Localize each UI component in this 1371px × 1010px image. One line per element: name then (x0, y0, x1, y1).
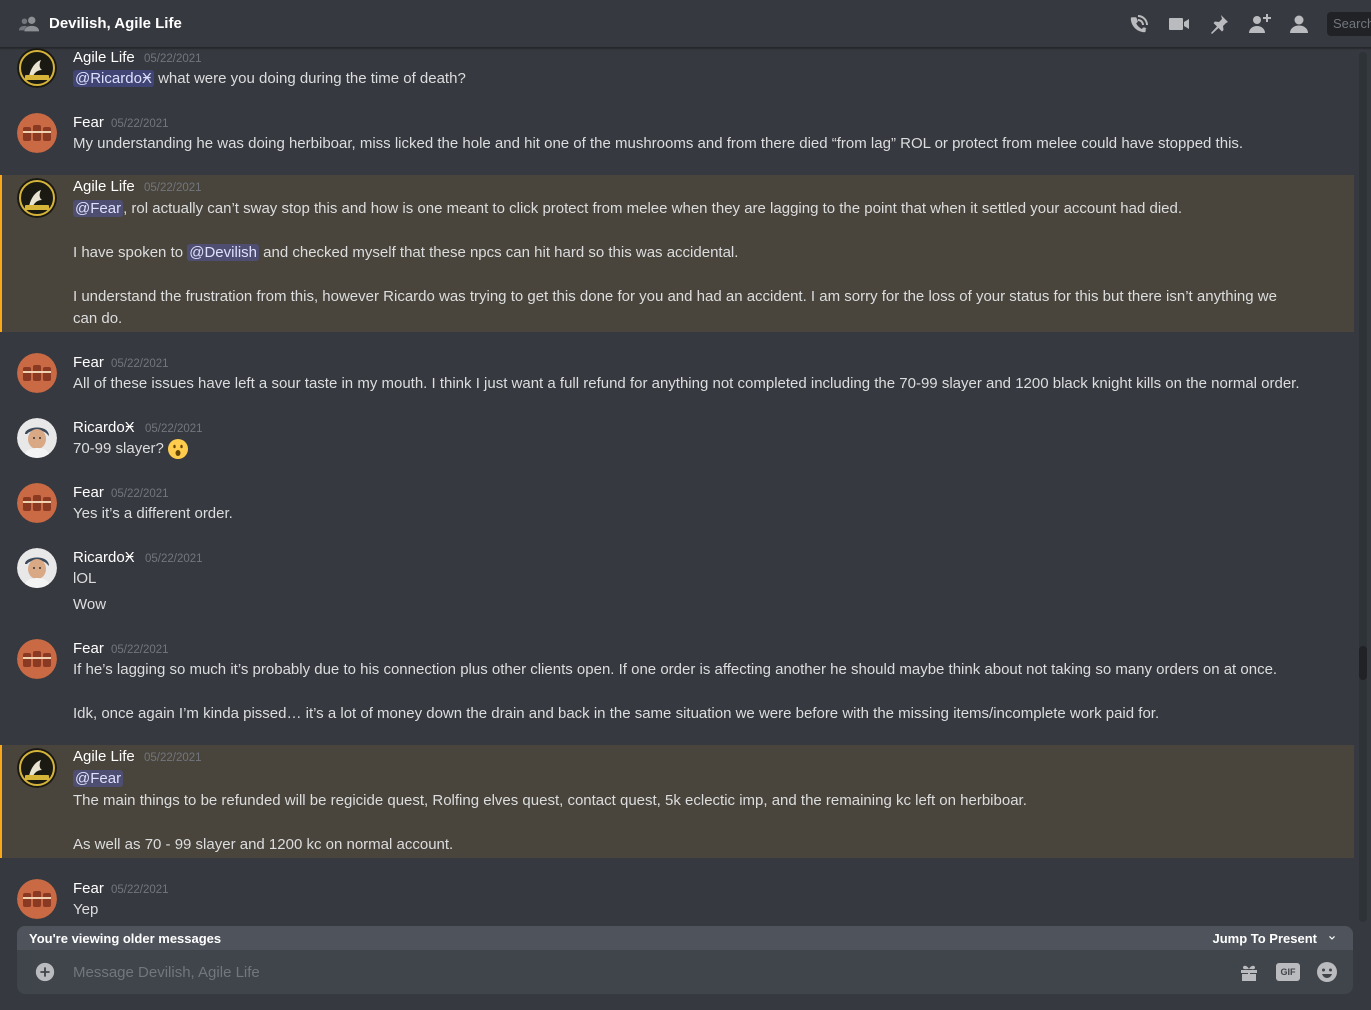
timestamp: 05/22/2021 (111, 488, 169, 500)
message-text: Wow (73, 596, 107, 613)
message: Agile Life 05/22/2021 @RicardoӾ what wer… (0, 48, 1354, 110)
message: RicardoӾ 05/22/2021 70-99 slayer? (0, 418, 1354, 480)
author-name[interactable]: Agile Life (73, 748, 135, 765)
message-text: As well as 70 - 99 slayer and 1200 kc on… (73, 836, 454, 853)
emoji-picker-icon[interactable] (1314, 959, 1340, 985)
message-text: I have spoken to @Devilish and checked m… (73, 244, 739, 261)
message-mention-highlight: Agile Life 05/22/2021 @Fear The main thi… (0, 745, 1354, 858)
author-name[interactable]: Agile Life (73, 178, 135, 195)
message: Fear 05/22/2021 Yes it’s a different ord… (0, 483, 1354, 545)
gif-button[interactable]: GIF (1275, 959, 1301, 985)
group-dm-icon (18, 16, 40, 31)
gift-icon[interactable] (1236, 959, 1262, 985)
user-mention[interactable]: @Devilish (187, 244, 259, 261)
avatar-ricardo[interactable] (17, 418, 57, 458)
avatar-agile-life[interactable] (17, 48, 57, 88)
older-messages-text: You're viewing older messages (29, 930, 222, 946)
message-text: lOL (73, 570, 97, 587)
message-text: Idk, once again I’m kinda pissed… it’s a… (73, 705, 1160, 722)
pin-icon[interactable] (1207, 12, 1231, 36)
message-text: My understanding he was doing herbiboar,… (73, 135, 1244, 152)
message-text: @Fear, rol actually can’t sway stop this… (73, 200, 1182, 217)
message: Fear 05/22/2021 My understanding he was … (0, 113, 1354, 175)
author-name[interactable]: RicardoӾ (73, 549, 135, 566)
user-mention[interactable]: @Fear (73, 770, 124, 787)
user-mention[interactable]: @Fear (73, 200, 124, 217)
user-mention[interactable]: @RicardoӾ (73, 70, 154, 87)
message-text: Yes it’s a different order. (73, 505, 233, 522)
author-name[interactable]: Fear (73, 880, 104, 897)
channel-header: Devilish, Agile Life Search (0, 0, 1371, 48)
avatar-fear[interactable] (17, 483, 57, 523)
member-list-icon[interactable] (1287, 12, 1311, 36)
avatar-fear[interactable] (17, 353, 57, 393)
timestamp: 05/22/2021 (145, 423, 203, 435)
message-text: If he’s lagging so much it’s probably du… (73, 661, 1278, 678)
avatar-fear[interactable] (17, 113, 57, 153)
jump-to-present-button[interactable]: Jump To Present (1212, 931, 1339, 946)
message: Fear 05/22/2021 If he’s lagging so much … (0, 639, 1354, 745)
timestamp: 05/22/2021 (111, 644, 169, 656)
timestamp: 05/22/2021 (111, 884, 169, 896)
avatar-fear[interactable] (17, 639, 57, 679)
search-input[interactable]: Search (1327, 12, 1371, 36)
add-friend-icon[interactable] (1247, 12, 1271, 36)
jump-label: Jump To Present (1212, 930, 1317, 946)
message: Fear 05/22/2021 Yep (0, 879, 1354, 928)
author-name[interactable]: RicardoӾ (73, 419, 135, 436)
avatar-fear[interactable] (17, 879, 57, 919)
message-text: All of these issues have left a sour tas… (73, 375, 1300, 392)
author-name[interactable]: Fear (73, 484, 104, 501)
message-text: @RicardoӾ what were you doing during the… (73, 70, 466, 87)
author-name[interactable]: Fear (73, 354, 104, 371)
message-text: @Fear (73, 768, 124, 790)
scrollbar-thumb[interactable] (1359, 646, 1367, 680)
timestamp: 05/22/2021 (144, 53, 202, 65)
timestamp: 05/22/2021 (145, 553, 203, 565)
author-name[interactable]: Fear (73, 114, 104, 131)
timestamp: 05/22/2021 (144, 182, 202, 194)
avatar-agile-life[interactable] (17, 748, 57, 788)
gif-icon: GIF (1276, 963, 1300, 981)
timestamp: 05/22/2021 (111, 358, 169, 370)
scrollbar-track[interactable] (1359, 52, 1367, 922)
avatar-ricardo[interactable] (17, 548, 57, 588)
chevron-down-icon (1329, 936, 1335, 940)
author-name[interactable]: Fear (73, 640, 104, 657)
message-input[interactable] (73, 963, 1236, 981)
message-mention-highlight: Agile Life 05/22/2021 @Fear, rol actuall… (0, 175, 1354, 332)
message-text: The main things to be refunded will be r… (73, 792, 1027, 809)
message: Fear 05/22/2021 All of these issues have… (0, 353, 1354, 415)
message-text: 70-99 slayer? (73, 438, 189, 460)
upload-plus-icon[interactable] (33, 960, 57, 984)
channel-title: Devilish, Agile Life (49, 15, 182, 32)
hushed-face-emoji (167, 439, 188, 460)
message-text: Yep (73, 901, 99, 918)
timestamp: 05/22/2021 (144, 752, 202, 764)
author-name[interactable]: Agile Life (73, 49, 135, 66)
message-list: Agile Life 05/22/2021 @RicardoӾ what wer… (0, 48, 1354, 928)
video-call-icon[interactable] (1167, 12, 1191, 36)
phone-call-icon[interactable] (1127, 12, 1151, 36)
message: RicardoӾ 05/22/2021 lOL Wow (0, 548, 1354, 632)
older-messages-banner: You're viewing older messages Jump To Pr… (17, 926, 1353, 950)
timestamp: 05/22/2021 (111, 118, 169, 130)
message-composer: GIF (17, 950, 1353, 994)
message-text: I understand the frustration from this, … (73, 288, 1277, 327)
avatar-agile-life[interactable] (17, 178, 57, 218)
